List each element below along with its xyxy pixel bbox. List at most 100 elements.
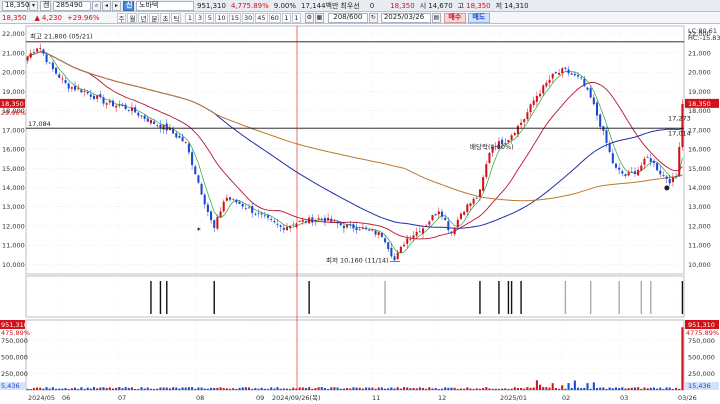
volume-bar <box>45 387 48 390</box>
volume-bar <box>403 387 406 390</box>
dividend-annotation: 배당락(0.00%) <box>470 142 514 151</box>
buy-button[interactable]: 매수 <box>443 12 466 23</box>
interval-3[interactable]: 3 <box>195 12 205 23</box>
volume-bar <box>162 387 165 390</box>
tab-week[interactable]: 주 <box>116 12 127 23</box>
interval-5[interactable]: 5 <box>205 12 215 23</box>
candle-body <box>241 203 244 207</box>
candle-body <box>247 207 251 209</box>
date-field[interactable]: 2025/03/26 <box>380 12 431 23</box>
interval-custom-1[interactable]: 1 <box>281 12 291 23</box>
candle-body <box>121 104 124 106</box>
volume-bar <box>380 387 383 390</box>
volume-bar <box>551 383 554 390</box>
volume-bar <box>365 387 368 390</box>
volume-bar <box>586 383 589 390</box>
interval-10[interactable]: 10 <box>215 12 228 23</box>
candle-body <box>64 80 67 83</box>
time-axis-label: 07 <box>118 394 126 402</box>
interval-30[interactable]: 30 <box>241 12 255 23</box>
grid-icon[interactable]: ▦ <box>314 12 324 23</box>
candle-body <box>592 97 595 105</box>
tab-month[interactable]: 월 <box>127 12 138 23</box>
stock-code-input[interactable]: 285490 <box>53 0 91 11</box>
calendar-icon[interactable]: ▤ <box>431 12 441 23</box>
candle-body <box>320 218 323 220</box>
volume-bar <box>355 387 358 390</box>
candle-body <box>583 78 586 87</box>
interval-45[interactable]: 45 <box>255 12 268 23</box>
volume-bar <box>561 385 564 390</box>
volume-bar <box>627 388 630 390</box>
interval-15[interactable]: 15 <box>228 12 241 23</box>
candle-body <box>535 96 538 102</box>
candle-body <box>304 221 307 223</box>
volume-bar <box>599 387 602 390</box>
candle-body <box>649 158 652 162</box>
volume-bar <box>200 387 203 390</box>
candle-body <box>289 225 292 229</box>
candle-body <box>349 224 352 225</box>
tab-second[interactable]: 초 <box>160 12 171 23</box>
interval-1[interactable]: 1 <box>185 12 195 23</box>
settings-icon[interactable]: ⚙ <box>304 12 314 23</box>
volume-bar <box>140 387 143 390</box>
candle-body <box>614 163 618 168</box>
candle-body <box>282 227 285 230</box>
sell-button[interactable]: 매도 <box>467 12 490 23</box>
price-panel-frame <box>25 25 685 275</box>
candle-body <box>178 135 181 138</box>
volume-bar <box>89 388 92 390</box>
volume-bar <box>434 388 437 390</box>
volume-bar <box>172 387 175 390</box>
volume-bar <box>124 387 127 390</box>
candle-body <box>111 100 115 107</box>
volume-bar <box>232 388 235 390</box>
price-tick-label-right: 11,000 <box>688 242 711 250</box>
candle-body <box>431 215 434 221</box>
candle-body <box>232 198 235 200</box>
volume-bar <box>662 388 665 390</box>
volume-bar <box>301 387 304 390</box>
tab-tick[interactable]: 틱 <box>171 12 182 23</box>
interval-custom-2[interactable]: 1 <box>291 12 301 23</box>
volume-bar <box>143 388 146 390</box>
volume-bar <box>637 387 640 390</box>
new-tag-button[interactable]: 신 <box>123 0 134 11</box>
volume-pct-right: 4775.89% <box>686 329 719 337</box>
volume-bar <box>156 388 159 390</box>
volume-bar <box>308 387 311 390</box>
volume-bar <box>134 388 137 390</box>
candle-body <box>140 115 143 117</box>
prev-arrow-icon[interactable]: ◂ <box>102 0 111 11</box>
volume-bar <box>149 388 152 390</box>
search-icon[interactable]: ⌕ <box>92 0 101 11</box>
volume-bar <box>412 387 415 390</box>
next-arrow-icon[interactable]: ▸ <box>112 0 121 11</box>
volume-bar <box>516 387 519 390</box>
volume-bar <box>55 388 58 390</box>
candle-body <box>55 67 58 74</box>
volume-bar <box>229 388 232 390</box>
volume-bar <box>270 387 273 390</box>
tab-minute[interactable]: 분 <box>149 12 160 23</box>
interval-60[interactable]: 60 <box>268 12 281 23</box>
info-change-pct: +29.96% <box>66 13 100 22</box>
count-field[interactable]: 208/600 <box>327 12 368 23</box>
volume-bar <box>282 388 285 390</box>
refresh-icon[interactable]: ↻ <box>368 12 378 23</box>
volume-bar <box>235 388 238 390</box>
volume-bar <box>181 387 184 390</box>
candle-body <box>361 227 364 229</box>
candle-body <box>311 217 314 223</box>
volume-bar <box>111 388 115 390</box>
secondary-toolbar: 18,350 ▲ 4,230 +29.96% 주 월 년 분 초 틱 1 3 5… <box>0 12 720 24</box>
tab-year[interactable]: 년 <box>138 12 149 23</box>
candle-body <box>194 166 197 175</box>
candle-body <box>222 201 225 212</box>
dropdown-arrow-icon[interactable]: ▾ <box>29 0 38 11</box>
volume-bar <box>178 388 181 390</box>
price-tick-label-right: 14,000 <box>688 184 711 192</box>
chart-area[interactable]: 최고 21,800 (05/21) 최저 10,160 (11/14) 배당락(0.… <box>0 24 720 404</box>
volume-bar <box>285 388 289 390</box>
